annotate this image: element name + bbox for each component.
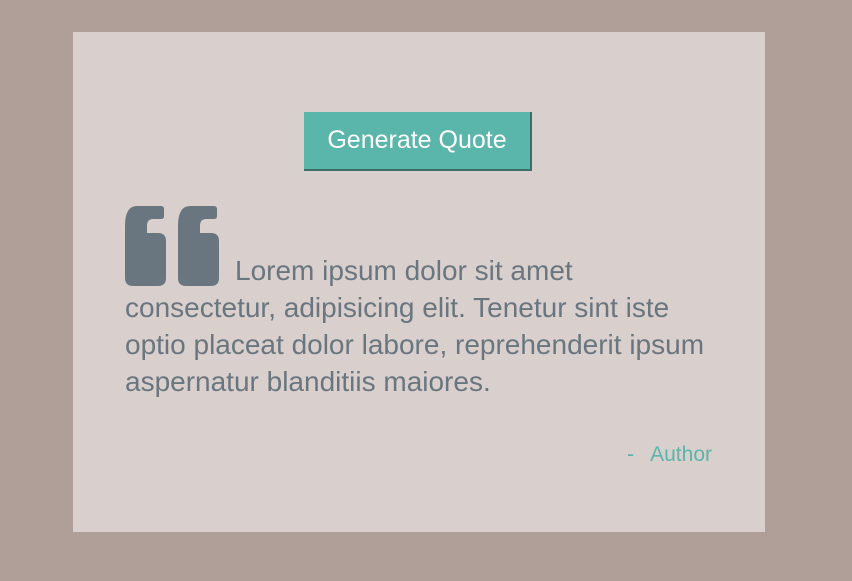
quote-author: - Author [627, 443, 712, 467]
author-dash: - [627, 443, 635, 466]
author-name: Author [650, 443, 712, 466]
generate-quote-button[interactable]: Generate Quote [304, 112, 532, 171]
quote-left-icon [125, 206, 219, 286]
quote-card: Generate Quote Lorem ipsum dolor sit ame… [73, 32, 765, 532]
quote-block: Lorem ipsum dolor sit amet consectetur, … [125, 206, 715, 400]
